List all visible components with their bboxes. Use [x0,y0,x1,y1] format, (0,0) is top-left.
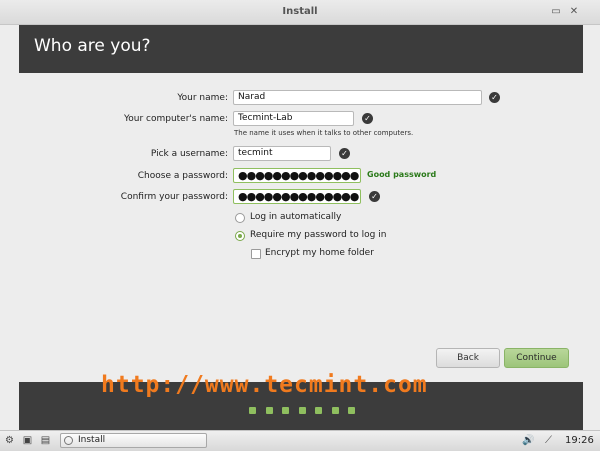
require-password-label[interactable]: Require my password to log in [250,230,386,240]
username-label: Pick a username: [150,149,228,159]
minimize-icon[interactable]: ▭ [550,6,562,18]
confirm-password-label: Confirm your password: [120,192,228,202]
login-auto-label[interactable]: Log in automatically [250,212,341,222]
name-field[interactable]: Narad [233,90,482,105]
confirm-valid-check-icon: ✓ [369,191,380,202]
computer-name-valid-check-icon: ✓ [362,113,373,124]
continue-button[interactable]: Continue [504,348,569,368]
progress-dot [265,407,273,414]
volume-icon[interactable]: 🔊 [522,435,534,446]
file-manager-icon[interactable]: ▤ [40,435,51,446]
name-valid-check-icon: ✓ [489,92,500,103]
back-button[interactable]: Back [436,348,500,368]
require-password-radio[interactable] [235,231,245,241]
login-auto-radio[interactable] [235,213,245,223]
encrypt-home-checkbox[interactable] [251,249,261,259]
computer-name-hint: The name it uses when it talks to other … [234,129,414,137]
taskbar: ⚙ ▣ ▤ Install 🔊 ⟋ 19:26 [0,430,600,451]
network-icon[interactable]: ⟋ [543,435,554,446]
page-title: Who are you? [34,36,151,56]
username-field[interactable]: tecmint [233,146,331,161]
password-strength: Good password [367,170,437,179]
menu-gear-icon[interactable]: ⚙ [4,435,15,446]
progress-dot [348,407,355,414]
close-icon[interactable]: ✕ [568,6,580,18]
encrypt-home-label[interactable]: Encrypt my home folder [265,248,374,258]
taskbar-item-label: Install [78,435,106,445]
confirm-password-field[interactable]: ●●●●●●●●●●●●●● [233,189,361,204]
installer-icon [64,436,73,445]
password-field[interactable]: ●●●●●●●●●●●●●● [233,168,361,183]
progress-dot [298,407,306,414]
terminal-icon[interactable]: ▣ [22,435,33,446]
password-label: Choose a password: [137,171,228,181]
window-title: Install [282,6,318,17]
name-label: Your name: [177,93,228,103]
title-bar[interactable]: Install ▭ ✕ [0,0,600,25]
page-header: Who are you? [19,25,583,73]
installer-window: Install ▭ ✕ Who are you? Your name: Nara… [0,0,600,430]
username-valid-check-icon: ✓ [339,148,350,159]
progress-dot [282,407,289,414]
clock[interactable]: 19:26 [565,435,594,446]
progress-dot [331,407,339,414]
taskbar-item-install[interactable]: Install [60,433,207,448]
progress-dot [249,407,256,414]
progress-dot [315,407,322,414]
computer-name-label: Your computer's name: [123,114,228,124]
computer-name-field[interactable]: Tecmint-Lab [233,111,354,126]
watermark-text: http://www.tecmint.com [101,372,428,398]
